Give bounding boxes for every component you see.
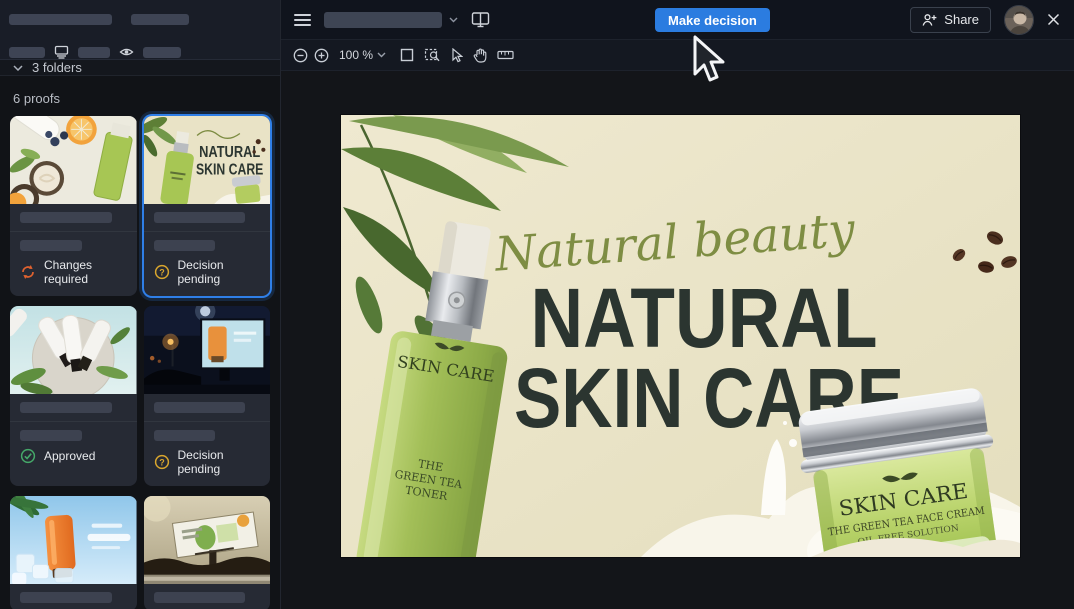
select-arrow-icon[interactable] bbox=[451, 48, 463, 63]
status-text: Decision pending bbox=[178, 448, 261, 476]
proofs-count-label: 6 proofs bbox=[0, 76, 280, 116]
proof-thumbnail-2: NATURAL SKIN CARE bbox=[144, 116, 271, 204]
status-badge: Changes required bbox=[10, 251, 137, 296]
marquee-zoom-icon[interactable] bbox=[424, 48, 441, 63]
compare-icon[interactable] bbox=[471, 11, 490, 28]
skeleton-bar bbox=[154, 592, 246, 603]
share-label: Share bbox=[944, 12, 979, 27]
approved-icon bbox=[20, 448, 36, 464]
proof-list: Changes required NATURAL SKIN CARE bbox=[0, 116, 280, 609]
decision-pending-icon: ? bbox=[154, 264, 170, 280]
sidebar-header bbox=[0, 0, 280, 60]
cream-jar: SKIN CARE THE GREEN TEA FACE CREAM OIL-F… bbox=[793, 386, 1008, 557]
proof-thumbnail-5 bbox=[10, 496, 137, 584]
proof-thumbnail-3 bbox=[10, 306, 137, 394]
main-area: Make decision Share bbox=[281, 0, 1074, 609]
proof-canvas[interactable]: Natural beauty NATURAL SKIN CARE bbox=[281, 71, 1074, 609]
skeleton-bar bbox=[324, 12, 442, 28]
proofing-app-window: 3 folders 6 proofs bbox=[0, 0, 1074, 609]
proof-thumbnail-1 bbox=[10, 116, 137, 204]
sidebar: 3 folders 6 proofs bbox=[0, 0, 281, 609]
status-badge: ? Decision pending bbox=[144, 251, 271, 296]
ruler-icon[interactable] bbox=[497, 50, 514, 60]
proof-card-1[interactable]: Changes required bbox=[10, 116, 137, 296]
skeleton-bar bbox=[20, 430, 82, 441]
proof-thumbnail-4 bbox=[144, 306, 271, 394]
eye-icon[interactable] bbox=[119, 46, 134, 58]
skeleton-bar bbox=[9, 14, 112, 25]
share-button[interactable]: Share bbox=[910, 7, 991, 33]
view-toolbar: 100 % bbox=[281, 40, 1074, 71]
proof-card-2-selected[interactable]: NATURAL SKIN CARE bbox=[144, 116, 271, 296]
user-avatar[interactable] bbox=[1004, 5, 1034, 35]
changes-required-icon bbox=[20, 264, 36, 280]
proof-image[interactable]: Natural beauty NATURAL SKIN CARE bbox=[341, 115, 1020, 557]
proof-card-5[interactable] bbox=[10, 496, 137, 609]
proof-card-6[interactable] bbox=[144, 496, 271, 609]
folders-label: 3 folders bbox=[32, 60, 82, 75]
proof-card-3[interactable]: Approved bbox=[10, 306, 137, 486]
proof-thumbnail-6 bbox=[144, 496, 271, 584]
skeleton-bar bbox=[20, 212, 112, 223]
skeleton-bar bbox=[154, 402, 246, 413]
person-add-icon bbox=[922, 13, 937, 27]
decision-pending-icon: ? bbox=[154, 454, 170, 470]
skeleton-bar bbox=[143, 47, 181, 58]
screen-icon[interactable] bbox=[54, 45, 69, 59]
skeleton-bar bbox=[78, 47, 110, 58]
skeleton-bar bbox=[20, 240, 82, 251]
topbar: Make decision Share bbox=[281, 0, 1074, 40]
proof-title-dropdown[interactable] bbox=[324, 12, 458, 28]
skeleton-bar bbox=[131, 14, 189, 25]
zoom-in-icon[interactable] bbox=[314, 48, 329, 63]
skeleton-bar bbox=[9, 47, 45, 58]
chevron-down-icon bbox=[13, 65, 23, 71]
pan-hand-icon[interactable] bbox=[473, 48, 487, 63]
status-text: Changes required bbox=[44, 258, 127, 286]
status-text: Approved bbox=[44, 449, 95, 463]
status-badge: Approved bbox=[10, 441, 137, 474]
fit-frame-icon[interactable] bbox=[400, 48, 414, 62]
status-badge: ? Decision pending bbox=[144, 441, 271, 486]
chevron-down-icon[interactable] bbox=[377, 52, 386, 58]
make-decision-button[interactable]: Make decision bbox=[655, 8, 770, 32]
close-icon[interactable] bbox=[1047, 13, 1060, 26]
folders-section-toggle[interactable]: 3 folders bbox=[0, 60, 280, 76]
skeleton-bar bbox=[154, 212, 246, 223]
chevron-down-icon bbox=[449, 17, 458, 23]
skeleton-bar bbox=[154, 240, 216, 251]
status-text: Decision pending bbox=[178, 258, 261, 286]
skeleton-bar bbox=[20, 592, 112, 603]
zoom-out-icon[interactable] bbox=[293, 48, 308, 63]
skeleton-bar bbox=[20, 402, 112, 413]
skeleton-bar bbox=[154, 430, 216, 441]
svg-text:?: ? bbox=[159, 267, 165, 277]
zoom-level-value[interactable]: 100 % bbox=[339, 48, 373, 62]
svg-text:?: ? bbox=[159, 457, 165, 467]
proof-card-4[interactable]: ? Decision pending bbox=[144, 306, 271, 486]
menu-icon[interactable] bbox=[294, 14, 311, 26]
svg-text:NATURAL: NATURAL bbox=[199, 144, 260, 161]
